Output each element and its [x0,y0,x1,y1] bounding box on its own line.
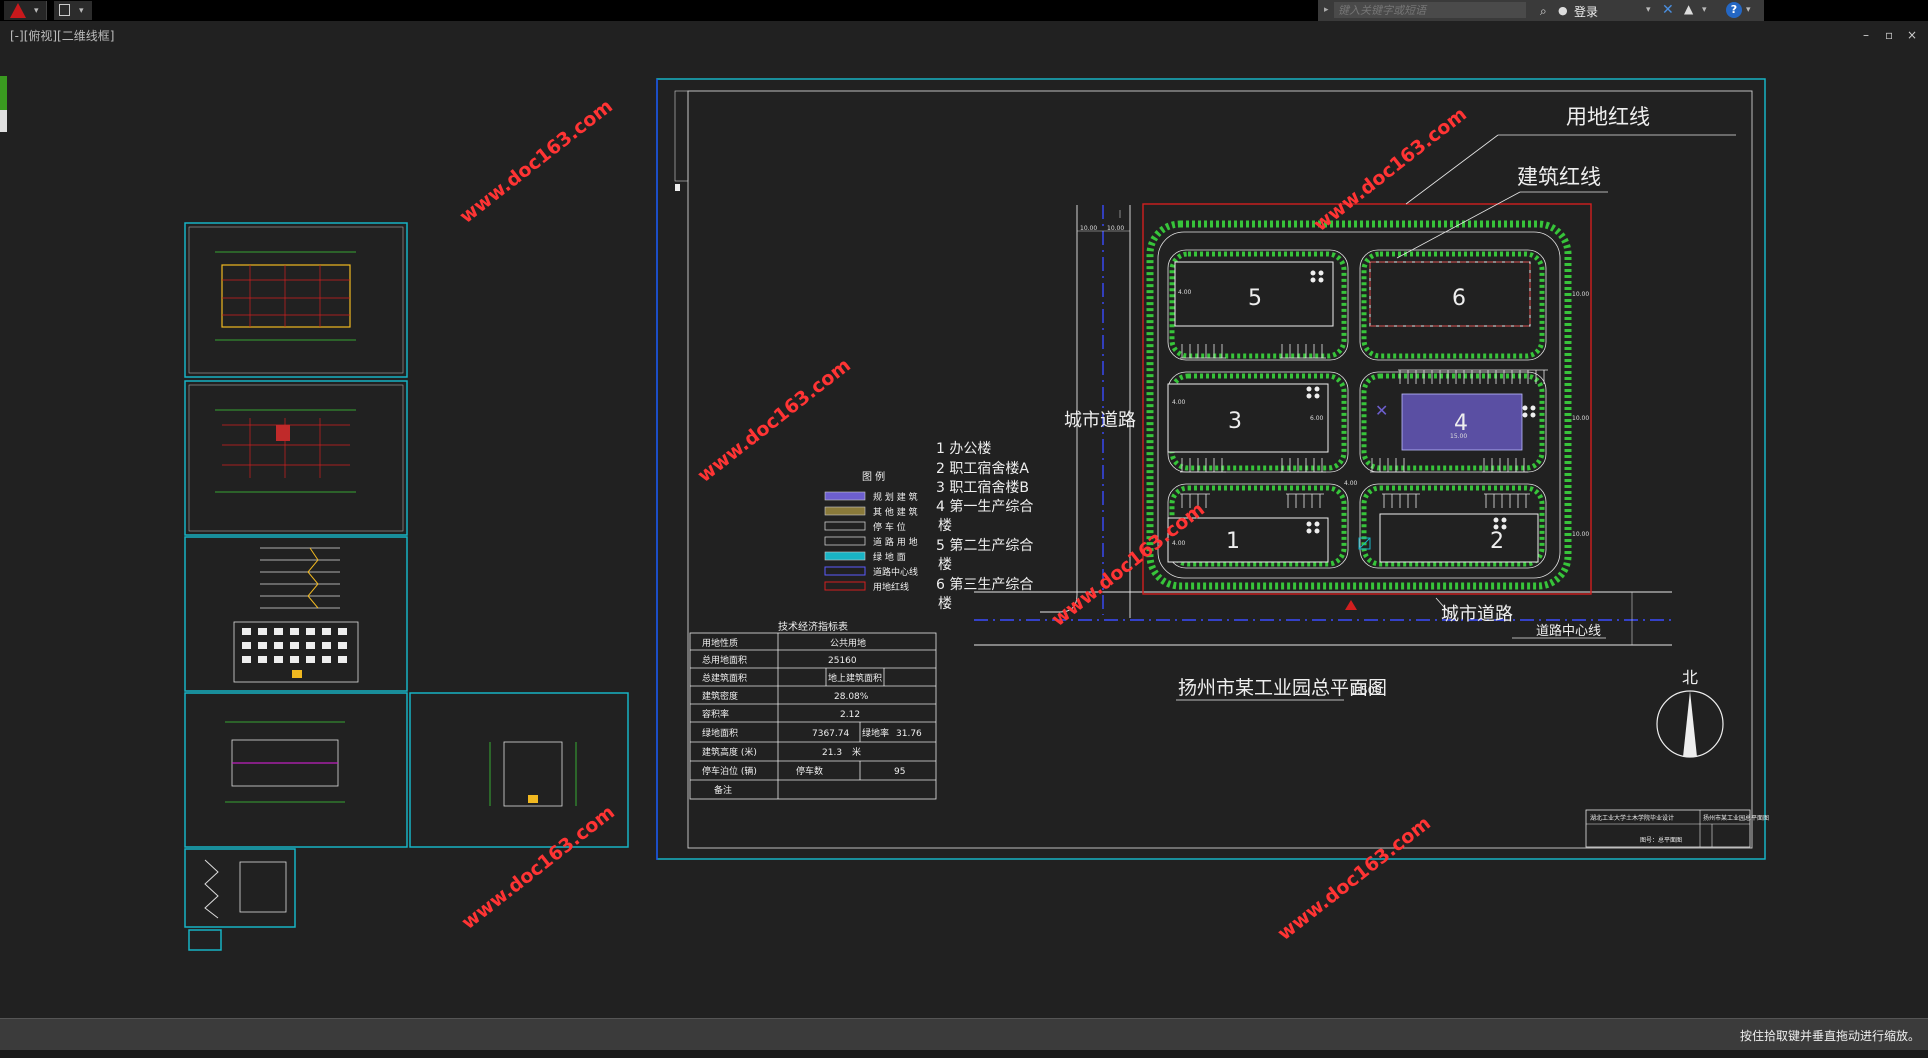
road-left-label: 城市道路 [1064,410,1136,431]
svg-text:备注: 备注 [714,784,732,796]
svg-text:用地红线: 用地红线 [873,581,909,593]
list-item: 楼 [938,557,952,573]
list-item: 5 第二生产综合 [936,537,1033,554]
svg-text:地上建筑面积: 地上建筑面积 [828,672,882,684]
svg-text:扬州市某工业园总平面图: 扬州市某工业园总平面图 [1703,814,1769,822]
road-bottom-label: 城市道路 [1441,604,1513,625]
svg-text:10.00: 10.00 [1107,225,1124,232]
watermark: www.doc163.com [1310,103,1471,236]
building-label-5: 5 [1248,286,1262,311]
svg-text:规 划 建 筑: 规 划 建 筑 [873,491,918,503]
svg-text:停车泊位 (辆): 停车泊位 (辆) [702,765,757,777]
watermark: www.doc163.com [1048,498,1209,631]
svg-text:4.00: 4.00 [1172,399,1186,406]
list-item: 楼 [938,518,952,534]
site-plan: ✕ [974,134,1736,646]
svg-text:25160: 25160 [828,656,857,666]
svg-text:图号：总平面图: 图号：总平面图 [1640,836,1682,844]
svg-text:10.00: 10.00 [1572,531,1589,538]
svg-text:10.00: 10.00 [1080,225,1097,232]
svg-text:10.00: 10.00 [1572,291,1589,298]
svg-text:公共用地: 公共用地 [830,637,866,649]
svg-text:6.00: 6.00 [1310,415,1324,422]
building-line-label: 建筑红线 [1517,165,1601,189]
building-label-2: 2 [1490,529,1504,554]
svg-text:绿 地 面: 绿 地 面 [873,551,906,563]
building-label-3: 3 [1228,409,1242,434]
tech-table: 技术经济指标表 用地性质 公共用地 总用地面积 25160 总建筑面积 地上建筑面积 … [689,620,937,800]
svg-text:绿地率: 绿地率 [862,727,889,739]
list-item: 4 第一生产综合 [936,498,1033,515]
legend-title: 图 例 [862,470,885,483]
svg-text:道 路 用 地: 道 路 用 地 [873,536,918,548]
svg-text:4.00: 4.00 [1178,289,1192,296]
svg-text:停 车 位: 停 车 位 [873,521,906,533]
building-label-1: 1 [1226,529,1240,554]
legend: 图 例 规 划 建 筑 其 他 建 筑 停 车 位 道 路 用 地 绿 地 面 … [824,470,918,593]
svg-text:用地性质: 用地性质 [702,637,738,649]
table-title: 技术经济指标表 [778,620,848,633]
list-item: 1 办公楼 [936,441,991,457]
svg-text:✕: ✕ [1375,401,1388,420]
building-list: 1 办公楼 2 职工宿舍楼A 3 职工宿舍楼B 4 第一生产综合 楼 5 第二生… [936,441,1033,612]
building-label-6: 6 [1452,286,1466,311]
svg-text:总建筑面积: 总建筑面积 [702,672,747,684]
watermark: www.doc163.com [694,354,855,487]
status-bar: 按住拾取键并垂直拖动进行缩放。 [0,1018,1928,1051]
svg-text:米: 米 [852,746,861,758]
svg-text:道路中心线: 道路中心线 [873,566,918,578]
svg-text:停车数: 停车数 [796,765,823,777]
watermark: www.doc163.com [458,801,619,934]
svg-text:28.08%: 28.08% [834,692,869,702]
bottom-edge [0,1050,1928,1058]
center-line-label: 道路中心线 [1536,623,1601,639]
svg-text:95: 95 [894,767,905,777]
svg-text:31.76: 31.76 [896,729,922,739]
north-label: 北 [1682,668,1698,687]
north-arrow-icon: 北 [1656,668,1724,758]
list-item: 楼 [938,596,952,612]
svg-text:2.12: 2.12 [840,710,860,720]
svg-text:10.00: 10.00 [1572,415,1589,422]
title-block: 湖北工业大学土木学院毕业设计 扬州市某工业园总平面图 图号：总平面图 [1585,809,1769,848]
svg-text:15.00: 15.00 [1450,433,1467,440]
svg-text:4.00: 4.00 [1344,480,1358,487]
svg-text:绿地面积: 绿地面积 [702,727,738,739]
red-line-label: 用地红线 [1566,105,1650,129]
list-item: 3 职工宿舍楼B [936,479,1029,496]
svg-text:湖北工业大学土木学院毕业设计: 湖北工业大学土木学院毕业设计 [1590,814,1674,822]
status-message: 按住拾取键并垂直拖动进行缩放。 [1739,1029,1920,1043]
watermark: www.doc163.com [456,95,617,228]
drawing-canvas[interactable]: ✕ 用地红线 建筑红线 城市道路 城市道路 道路中心线 扬州市某工业园总平面图 … [0,0,1928,1058]
plan-scale: 1:500 [1350,684,1382,697]
list-item: 2 职工宿舍楼A [936,460,1029,477]
svg-text:7367.74: 7367.74 [812,729,849,739]
svg-text:建筑密度: 建筑密度 [702,690,738,702]
svg-text:建筑高度 (米): 建筑高度 (米) [702,746,757,758]
svg-text:总用地面积: 总用地面积 [702,654,747,666]
svg-text:其 他 建 筑: 其 他 建 筑 [873,506,918,518]
svg-text:21.3: 21.3 [822,748,842,758]
watermark: www.doc163.com [1274,812,1435,945]
list-item: 6 第三生产综合 [936,576,1033,593]
svg-text:容积率: 容积率 [702,708,729,720]
